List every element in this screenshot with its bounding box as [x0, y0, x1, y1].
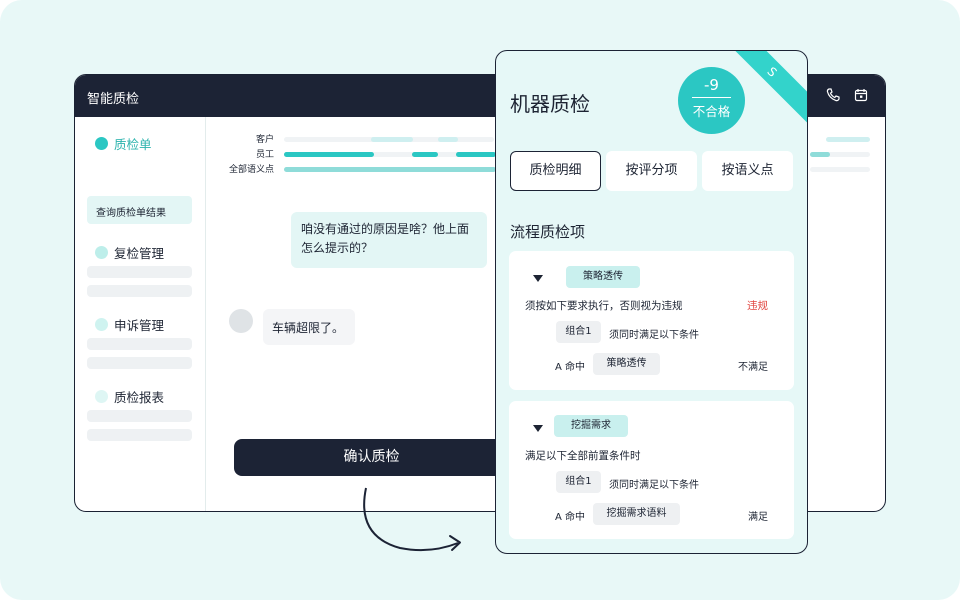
agent-segment [810, 152, 830, 157]
hit-tag: 策略透传 [593, 353, 660, 375]
inspection-item-card: 策略透传 须按如下要求执行，否则视为违规 违规 组合1 须同时满足以下条件 A … [509, 251, 794, 390]
group-description: 须同时满足以下条件 [609, 330, 699, 341]
sidebar-item-label: 质检单 [114, 137, 152, 152]
machine-inspection-panel: S 机器质检 -9 不合格 质检明细 按评分项 按语义点 流程质检项 策略透传 … [495, 50, 808, 554]
customer-message-bubble: 车辆超限了。 [263, 309, 355, 345]
status-dot-icon [95, 246, 108, 259]
placeholder-line [87, 410, 192, 422]
score-divider [692, 97, 731, 98]
rule-text: 满足以下全部前置条件时 [525, 450, 641, 462]
group-tag: 组合1 [556, 321, 601, 343]
placeholder-line [87, 338, 192, 350]
sidebar-item-appeal[interactable]: 申诉管理 [95, 315, 164, 334]
customer-segment [826, 137, 870, 142]
inspection-item-card: 挖掘需求 满足以下全部前置条件时 组合1 须同时满足以下条件 A 命中 挖掘需求… [509, 401, 794, 539]
section-title: 流程质检项 [510, 223, 586, 241]
curved-arrow-icon [363, 487, 461, 552]
title-bar-icons [825, 87, 869, 103]
hit-tag: 挖掘需求语料 [593, 503, 680, 525]
agent-segment [284, 152, 374, 157]
collapse-caret-icon[interactable] [533, 275, 543, 282]
sidebar-item-inspection-order[interactable]: 质检单 [95, 134, 152, 153]
sidebar-subitem-query-results[interactable]: 查询质检单结果 [87, 196, 192, 224]
status-dot-icon [95, 390, 108, 403]
app-title: 智能质检 [87, 92, 140, 107]
calendar-icon[interactable] [853, 87, 869, 103]
hit-prefix: A 命中 [555, 362, 586, 373]
sidebar-item-label: 复检管理 [114, 246, 165, 261]
collapse-caret-icon[interactable] [533, 425, 543, 432]
item-tag: 挖掘需求 [554, 415, 628, 437]
status-dot-icon [95, 137, 108, 150]
tab-detail[interactable]: 质检明细 [510, 151, 601, 191]
panel-title: 机器质检 [510, 92, 590, 116]
placeholder-line [87, 357, 192, 369]
semantic-track [810, 167, 870, 172]
confirm-inspection-button[interactable]: 确认质检 [234, 439, 509, 476]
phone-icon[interactable] [825, 87, 841, 103]
customer-segment [438, 137, 458, 142]
agent-message-bubble: 咱没有通过的原因是啥？他上面怎么提示的？ [291, 212, 487, 268]
group-tag: 组合1 [556, 471, 601, 493]
timeline-label-agent: 员工 [255, 150, 274, 160]
item-tag: 策略透传 [566, 266, 640, 288]
timeline-label-semantic: 全部语义点 [228, 165, 274, 175]
result-text: 不满足 [738, 362, 768, 373]
verdict-violation: 违规 [747, 300, 768, 312]
semantic-track [284, 167, 496, 172]
tab-by-semantic-point[interactable]: 按语义点 [702, 151, 793, 191]
sidebar: 质检单 查询质检单结果 复检管理 申诉管理 质检报表 [75, 117, 206, 511]
customer-segment [371, 137, 413, 142]
agent-segment [412, 152, 438, 157]
group-description: 须同时满足以下条件 [609, 480, 699, 491]
placeholder-line [87, 429, 192, 441]
score-value: -9 [704, 76, 719, 94]
placeholder-line [87, 266, 192, 278]
score-status: 不合格 [692, 104, 731, 119]
status-dot-icon [95, 318, 108, 331]
canvas-background: 智能质检 质检单 查询质检单结果 复检管理 申诉管理 质检报表 客户 员工 全部… [0, 0, 960, 600]
sidebar-item-label: 申诉管理 [114, 318, 165, 333]
tab-by-score-item[interactable]: 按评分项 [606, 151, 697, 191]
timeline-label-customer: 客户 [255, 135, 274, 145]
placeholder-line [87, 285, 192, 297]
sidebar-item-label: 质检报表 [114, 390, 165, 405]
sidebar-item-recheck[interactable]: 复检管理 [95, 243, 164, 262]
rule-text: 须按如下要求执行，否则视为违规 [525, 300, 683, 312]
hit-prefix: A 命中 [555, 512, 586, 523]
result-text: 满足 [748, 512, 768, 523]
score-badge: -9 不合格 [678, 67, 745, 134]
avatar [229, 309, 253, 333]
sidebar-item-reports[interactable]: 质检报表 [95, 387, 164, 406]
agent-segment [456, 152, 496, 157]
